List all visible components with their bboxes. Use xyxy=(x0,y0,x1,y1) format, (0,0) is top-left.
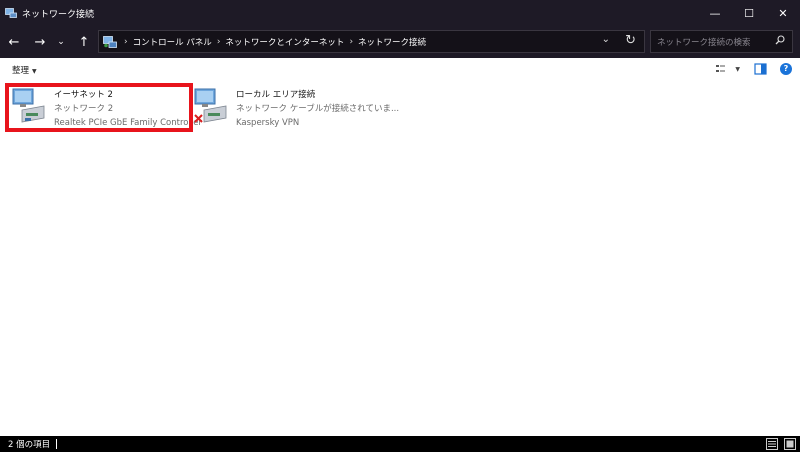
chevron-down-icon[interactable]: ▼ xyxy=(32,68,37,75)
breadcrumb-network-internet[interactable]: ネットワークとインターネット xyxy=(225,36,344,48)
address-bar[interactable]: › コントロール パネル › ネットワークとインターネット › ネットワーク接続… xyxy=(98,30,645,53)
address-history-button[interactable]: ⌄ xyxy=(602,34,610,45)
preview-pane-icon[interactable] xyxy=(754,63,768,75)
back-button[interactable]: ← xyxy=(4,30,24,54)
search-placeholder[interactable]: ネットワーク接続の検索 xyxy=(657,36,751,48)
text-cursor xyxy=(56,439,58,449)
chevron-down-icon[interactable]: ▼ xyxy=(735,66,740,73)
connection-adapter: Kaspersky VPN xyxy=(236,118,300,128)
refresh-button[interactable]: ↻ xyxy=(625,33,636,48)
change-view-icon[interactable] xyxy=(715,63,729,75)
network-connections-icon xyxy=(5,8,17,18)
breadcrumb-separator[interactable]: › xyxy=(217,37,221,47)
window-controls: — ☐ ✕ xyxy=(698,0,800,26)
item-count: 2 個の項目 xyxy=(8,440,51,450)
connection-text: ローカル エリア接続 ネットワーク ケーブルが接続されていま... Kasper… xyxy=(236,88,399,130)
command-bar: 整理 ▼ ▼ ? xyxy=(0,58,800,82)
connection-status: ネットワーク ケーブルが接続されていま... xyxy=(236,104,400,114)
close-button[interactable]: ✕ xyxy=(766,0,800,26)
search-box[interactable]: ネットワーク接続の検索 xyxy=(650,30,793,53)
organize-menu[interactable]: 整理 ▼ xyxy=(12,64,37,76)
up-button[interactable]: ↑ xyxy=(74,30,94,54)
search-icon[interactable] xyxy=(775,35,785,45)
status-bar: 2 個の項目 xyxy=(0,436,800,452)
breadcrumb-network-connections[interactable]: ネットワーク接続 xyxy=(358,36,426,48)
breadcrumb: › コントロール パネル › ネットワークとインターネット › ネットワーク接続 xyxy=(119,36,426,48)
breadcrumb-separator[interactable]: › xyxy=(349,37,353,47)
highlight-box xyxy=(5,83,193,132)
minimize-button[interactable]: — xyxy=(698,0,732,26)
breadcrumb-control-panel[interactable]: コントロール パネル xyxy=(133,36,212,48)
connection-item-local-area[interactable]: ローカル エリア接続 ネットワーク ケーブルが接続されていま... Kasper… xyxy=(194,86,399,130)
large-icons-view-icon[interactable] xyxy=(784,438,796,450)
control-panel-icon xyxy=(103,35,117,48)
connection-name: ローカル エリア接続 xyxy=(236,90,316,100)
status-view-controls xyxy=(766,438,796,450)
maximize-button[interactable]: ☐ xyxy=(732,0,766,26)
help-button[interactable]: ? xyxy=(780,63,792,75)
breadcrumb-separator: › xyxy=(124,36,128,47)
title-bar: ネットワーク接続 — ☐ ✕ xyxy=(0,0,800,26)
details-view-icon[interactable] xyxy=(766,438,778,450)
window-title: ネットワーク接続 xyxy=(22,9,95,20)
recent-locations-button[interactable]: ⌄ xyxy=(54,30,68,54)
organize-label[interactable]: 整理 xyxy=(12,66,29,76)
network-adapter-disconnected-icon xyxy=(194,86,228,124)
navigation-bar: ← → ⌄ ↑ › コントロール パネル › ネットワークとインターネット › … xyxy=(0,26,800,58)
view-controls: ▼ ? xyxy=(715,63,792,75)
forward-button[interactable]: → xyxy=(30,30,50,54)
